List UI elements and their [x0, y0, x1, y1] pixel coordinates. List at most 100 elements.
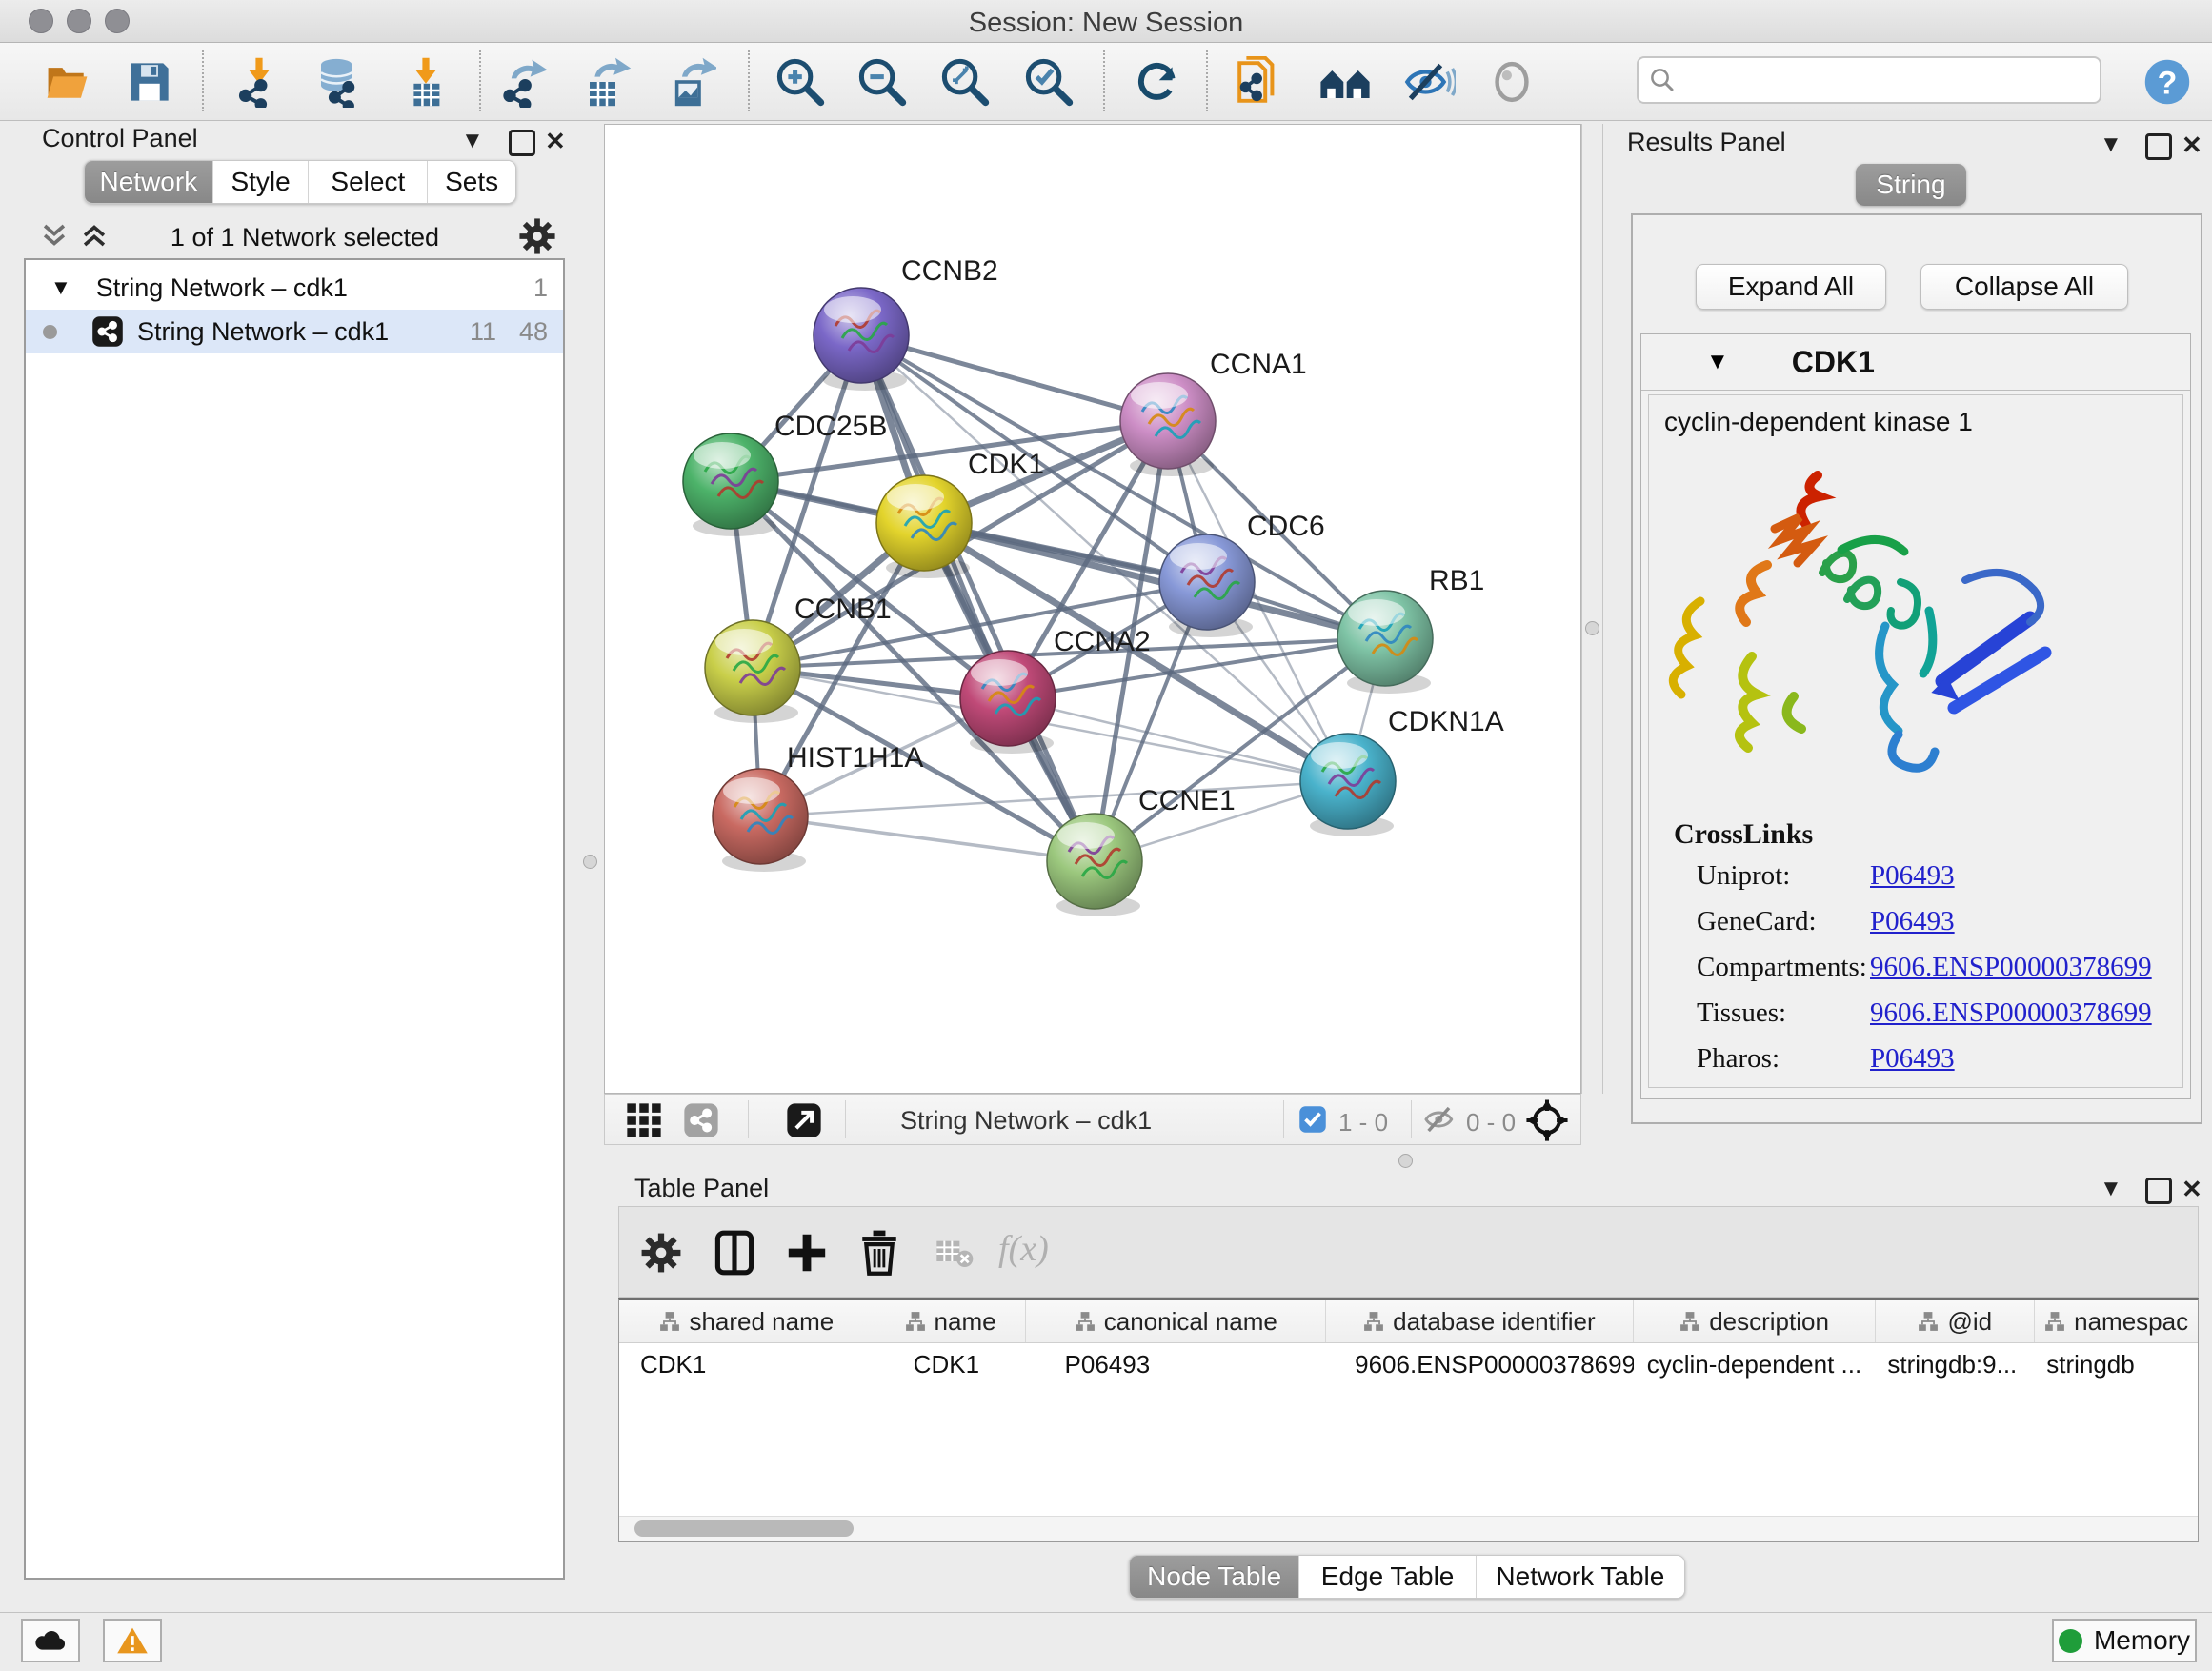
search-input[interactable]	[1677, 65, 2081, 96]
column-header-id[interactable]: @id	[1876, 1300, 2035, 1342]
crosslink-label: Tissues:	[1697, 997, 1870, 1029]
control-panel-float-button[interactable]	[509, 130, 535, 156]
crosslink-pharos[interactable]: P06493	[1870, 1043, 2182, 1075]
table-row[interactable]: CDK1 CDK1 P06493 9606.ENSP00000378699 cy…	[619, 1343, 2198, 1385]
node-label: CCNB2	[901, 255, 998, 287]
network-list: ▼ String Network – cdk1 1 String Network…	[24, 258, 565, 1580]
create-column-button[interactable]	[785, 1230, 829, 1276]
column-header-name[interactable]: name	[875, 1300, 1027, 1342]
bottom-splitter-handle[interactable]	[1398, 1154, 1413, 1168]
column-header-namespace[interactable]: namespac	[2035, 1300, 2198, 1342]
control-panel-menu-arrow-icon[interactable]: ▼	[461, 128, 484, 154]
open-session-button[interactable]	[40, 54, 95, 110]
column-header-database-identifier[interactable]: database identifier	[1326, 1300, 1634, 1342]
column-header-description[interactable]: description	[1634, 1300, 1877, 1342]
table-header-row: shared name name canonical name database…	[619, 1300, 2198, 1343]
zoom-fit-button[interactable]	[937, 54, 993, 110]
expand-all-button[interactable]: Expand All	[1696, 264, 1886, 310]
hierarchy-icon	[1363, 1311, 1384, 1332]
column-label: @id	[1947, 1307, 1992, 1337]
network-collection-row[interactable]: ▼ String Network – cdk1 1	[26, 266, 563, 310]
column-header-canonical-name[interactable]: canonical name	[1026, 1300, 1326, 1342]
zoom-in-button[interactable]	[773, 54, 828, 110]
table-panel-float-button[interactable]	[2145, 1178, 2172, 1204]
open-in-new-window-button[interactable]	[786, 1102, 822, 1138]
left-splitter-handle[interactable]	[583, 855, 597, 869]
tab-network-table[interactable]: Network Table	[1476, 1556, 1684, 1598]
network-edge[interactable]	[760, 816, 1095, 861]
toolbar-separator	[845, 1100, 846, 1138]
right-splitter-handle[interactable]	[1585, 621, 1599, 635]
node-gloss	[1170, 543, 1227, 570]
zoom-selected-button[interactable]	[1021, 54, 1076, 110]
table-panel-menu-arrow-icon[interactable]: ▼	[2100, 1176, 2122, 1202]
crosslink-tissues[interactable]: 9606.ENSP00000378699	[1870, 997, 2182, 1029]
memory-status-button[interactable]: Memory	[2052, 1619, 2197, 1662]
results-panel-menu-arrow-icon[interactable]: ▼	[2100, 131, 2122, 158]
import-table-button[interactable]	[398, 54, 453, 110]
network-view-title: String Network – cdk1	[900, 1106, 1152, 1136]
table-options-button[interactable]	[640, 1232, 682, 1274]
home-networks-button[interactable]	[1317, 54, 1373, 110]
hidden-filter-button[interactable]	[1422, 1104, 1460, 1135]
tab-style[interactable]: Style	[212, 161, 309, 203]
crosslink-label: GeneCard:	[1697, 906, 1870, 937]
tab-select[interactable]: Select	[308, 161, 427, 203]
collapse-all-networks-button[interactable]	[38, 219, 70, 252]
gear-icon	[640, 1232, 682, 1274]
zoom-out-button[interactable]	[855, 54, 910, 110]
tab-sets[interactable]: Sets	[427, 161, 515, 203]
results-panel-close-button[interactable]: ✕	[2182, 131, 2202, 160]
tab-node-table[interactable]: Node Table	[1130, 1556, 1298, 1598]
table-horizontal-scrollbar[interactable]	[619, 1516, 2198, 1541]
show-columns-button[interactable]	[713, 1230, 756, 1276]
network-options-button[interactable]	[518, 217, 556, 255]
cloud-status-button[interactable]	[21, 1619, 80, 1662]
string-import-button[interactable]	[1231, 54, 1286, 110]
selected-filter-checkbox[interactable]	[1298, 1105, 1327, 1134]
result-card-header[interactable]: ▼ CDK1	[1641, 334, 2190, 391]
export-table-button[interactable]	[579, 54, 634, 110]
warnings-button[interactable]	[103, 1619, 162, 1662]
delete-column-button[interactable]	[857, 1229, 901, 1277]
search-field[interactable]	[1637, 56, 2101, 104]
network-edge[interactable]	[861, 335, 1095, 861]
node-label: HIST1H1A	[787, 742, 923, 774]
tab-edge-table[interactable]: Edge Table	[1298, 1556, 1475, 1598]
import-network-button[interactable]	[231, 54, 287, 110]
show-eye-button[interactable]	[1484, 54, 1539, 110]
network-graph[interactable]: CCNB2CCNA1CDC25BCDK1CDC6RB1CCNB1CCNA2CDK…	[605, 125, 1580, 1093]
crosslink-label: Compartments:	[1697, 952, 1870, 983]
collection-expand-arrow-icon[interactable]: ▼	[50, 275, 71, 300]
tab-network[interactable]: Network	[85, 161, 212, 203]
expand-all-networks-button[interactable]	[78, 219, 111, 252]
column-label: database identifier	[1393, 1307, 1595, 1337]
network-type-button[interactable]	[683, 1102, 719, 1138]
title-bar: Session: New Session	[0, 0, 2212, 43]
fit-selected-button[interactable]	[1525, 1098, 1569, 1142]
hide-unhide-button[interactable]	[1401, 54, 1457, 110]
scrollbar-thumb[interactable]	[634, 1520, 854, 1537]
card-expand-arrow-icon[interactable]: ▼	[1706, 349, 1729, 375]
export-image-button[interactable]	[663, 54, 718, 110]
column-header-shared-name[interactable]: shared name	[619, 1300, 875, 1342]
apply-layout-button[interactable]	[1130, 54, 1185, 110]
collapse-all-button[interactable]: Collapse All	[1920, 264, 2128, 310]
results-panel-float-button[interactable]	[2145, 133, 2172, 160]
crosslink-compartments[interactable]: 9606.ENSP00000378699	[1870, 952, 2182, 983]
node-label: RB1	[1429, 565, 1484, 596]
tab-string[interactable]: String	[1856, 164, 1966, 206]
control-panel-close-button[interactable]: ✕	[545, 127, 566, 156]
import-network-from-database-button[interactable]	[311, 54, 366, 110]
network-canvas[interactable]: CCNB2CCNA1CDC25BCDK1CDC6RB1CCNB1CCNA2CDK…	[604, 124, 1581, 1094]
export-network-button[interactable]	[499, 54, 554, 110]
save-session-button[interactable]	[122, 54, 177, 110]
help-button[interactable]: ?	[2140, 54, 2195, 110]
right-splitter[interactable]	[1581, 124, 1603, 1094]
network-row-selected[interactable]: String Network – cdk1 11 48	[26, 310, 563, 353]
memory-status-dot-icon	[2059, 1629, 2082, 1653]
crosslink-genecard[interactable]: P06493	[1870, 906, 2182, 937]
table-panel-close-button[interactable]: ✕	[2182, 1175, 2202, 1204]
birdseye-view-button[interactable]	[626, 1102, 662, 1138]
crosslink-uniprot[interactable]: P06493	[1870, 860, 2182, 892]
